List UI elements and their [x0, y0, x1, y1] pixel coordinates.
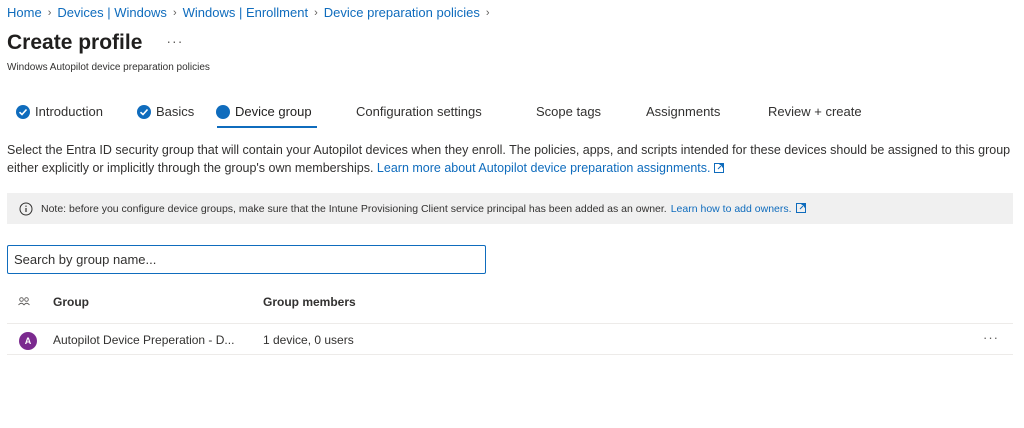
info-notice: Note: before you configure device groups…: [7, 193, 1013, 224]
tab-configuration-settings[interactable]: Configuration settings: [356, 98, 482, 130]
tab-label: Device group: [235, 104, 312, 119]
tab-introduction[interactable]: Introduction: [16, 98, 103, 130]
breadcrumb-device-preparation-policies[interactable]: Device preparation policies: [324, 5, 480, 20]
chevron-right-icon: ›: [47, 6, 52, 19]
tab-label: Basics: [156, 104, 195, 119]
notice-text: Note: before you configure device groups…: [41, 202, 667, 215]
learn-more-link[interactable]: Learn more about Autopilot device prepar…: [377, 161, 725, 175]
chevron-right-icon: ›: [485, 6, 490, 19]
checkmark-circle-icon: [16, 105, 30, 119]
tab-scope-tags[interactable]: Scope tags: [536, 98, 601, 130]
external-link-icon: [714, 163, 725, 173]
column-header-members[interactable]: Group members: [263, 295, 356, 309]
description-text: Select the Entra ID security group that …: [7, 141, 1017, 177]
current-step-circle-icon: [216, 105, 230, 119]
chevron-right-icon: ›: [172, 6, 177, 19]
tab-label: Scope tags: [536, 104, 602, 119]
learn-more-link-label: Learn more about Autopilot device prepar…: [376, 161, 711, 175]
tab-label: Assignments: [646, 104, 721, 119]
tab-assignments[interactable]: Assignments: [646, 98, 720, 130]
tab-basics[interactable]: Basics: [137, 98, 194, 130]
tab-label: Review + create: [768, 104, 862, 119]
table-header: Group Group members: [7, 288, 1013, 316]
row-more-options-button[interactable]: ···: [983, 330, 999, 345]
external-link-icon: [795, 202, 806, 213]
breadcrumb-devices-windows[interactable]: Devices | Windows: [57, 5, 167, 20]
info-icon: [19, 202, 33, 215]
title-row: Create profile ···: [7, 31, 183, 55]
breadcrumb-home[interactable]: Home: [7, 5, 42, 20]
page-title: Create profile: [7, 31, 143, 54]
column-header-group[interactable]: Group: [53, 295, 89, 309]
active-tab-indicator: [217, 126, 317, 128]
group-name-cell: Autopilot Device Preperation - D...: [53, 333, 235, 347]
group-search-input[interactable]: [7, 245, 486, 274]
checkmark-circle-icon: [137, 105, 151, 119]
avatar: A: [19, 332, 37, 350]
page-subtitle: Windows Autopilot device preparation pol…: [7, 62, 210, 73]
chevron-right-icon: ›: [314, 6, 318, 19]
add-owners-link[interactable]: Learn how to add owners.: [670, 202, 806, 215]
breadcrumb-windows-enrollment[interactable]: Windows | Enrollment: [183, 5, 308, 20]
group-members-cell: 1 device, 0 users: [263, 333, 354, 347]
tab-label: Introduction: [35, 104, 103, 119]
more-options-button[interactable]: ···: [166, 33, 183, 49]
tab-review-create[interactable]: Review + create: [768, 98, 862, 130]
table-row[interactable]: A Autopilot Device Preperation - D... 1 …: [7, 323, 1013, 355]
wizard-tabs: Introduction Basics Device group Configu…: [0, 98, 1024, 130]
tab-label: Configuration settings: [356, 104, 482, 119]
add-owners-link-label: Learn how to add owners.: [670, 202, 792, 215]
group-people-icon: [18, 297, 30, 306]
breadcrumb: Home › Devices | Windows › Windows | Enr…: [7, 5, 496, 20]
